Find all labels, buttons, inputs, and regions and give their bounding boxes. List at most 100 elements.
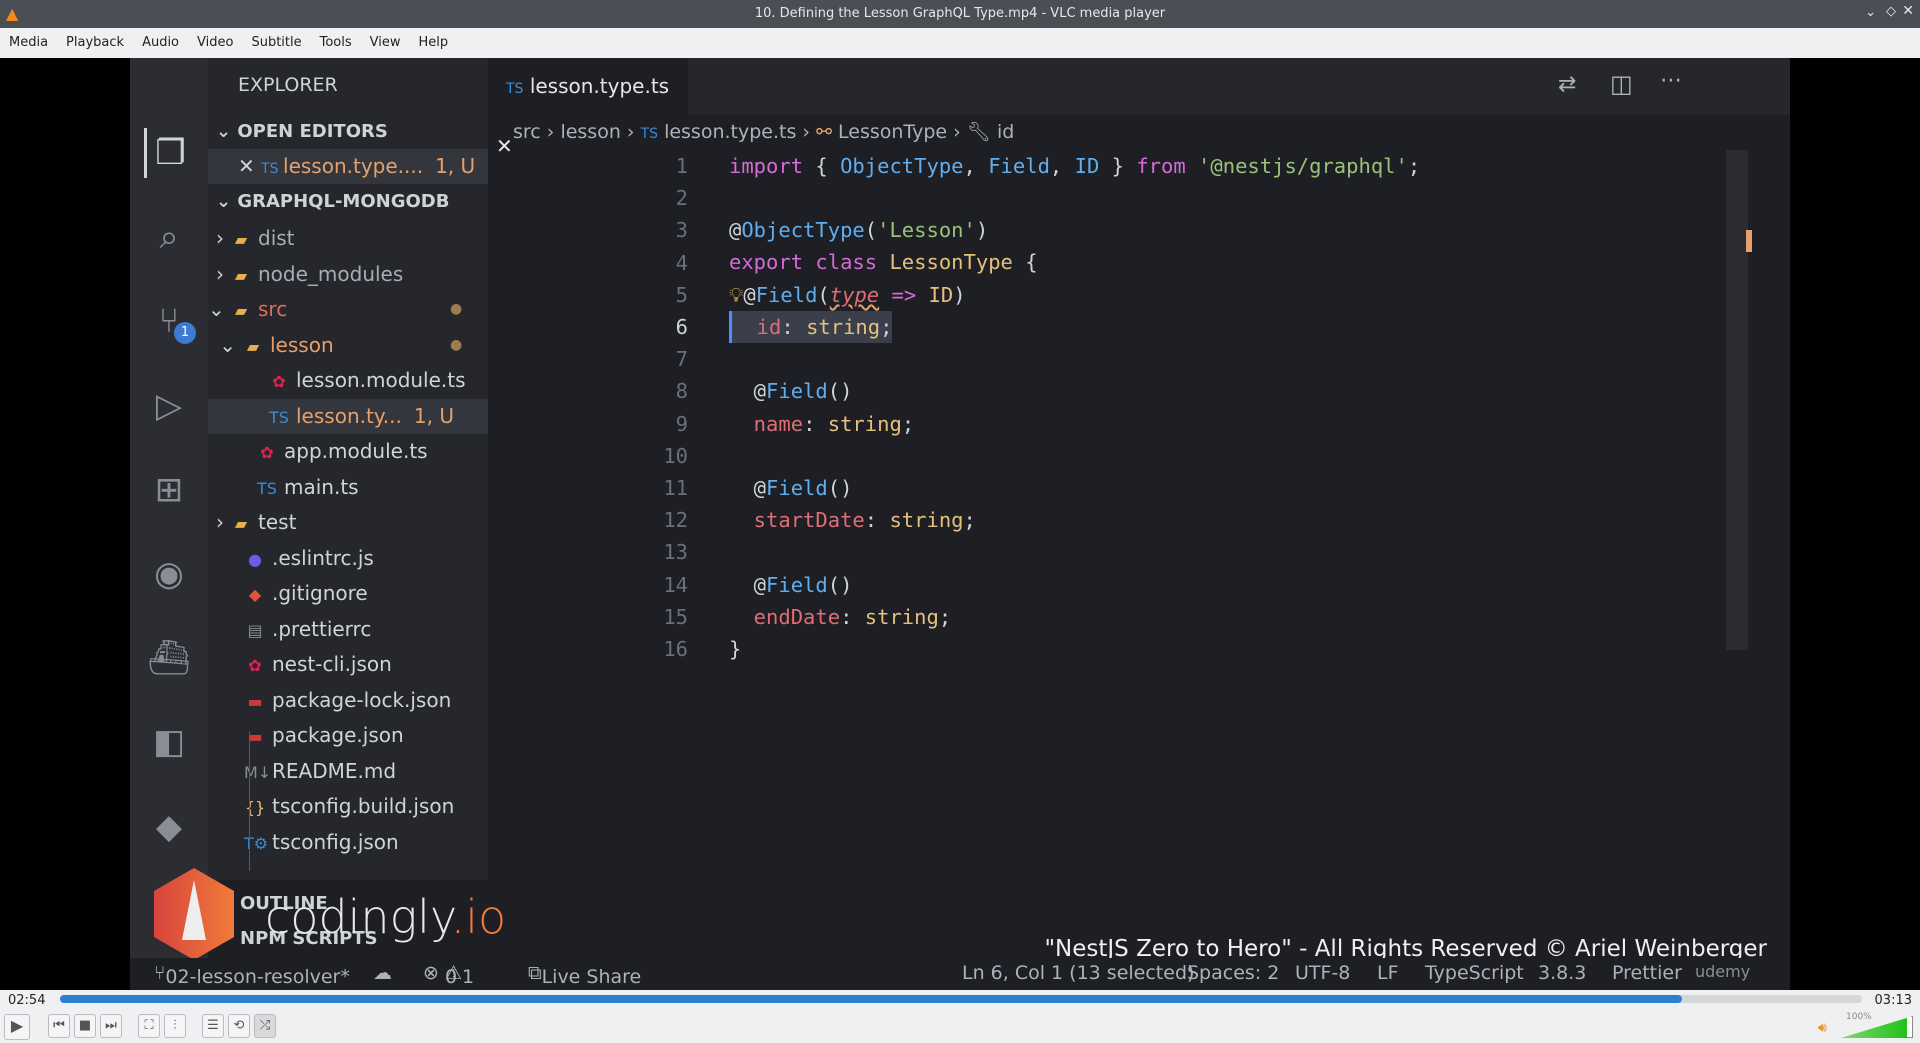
code-line-15: endDate: string; xyxy=(729,605,952,629)
split-editor-icon[interactable]: ◫ xyxy=(1610,70,1633,98)
line-ending[interactable]: LF xyxy=(1377,962,1399,984)
breadcrumb-class[interactable]: LessonType xyxy=(838,121,947,143)
editor-scrollbar[interactable] xyxy=(1726,150,1748,650)
source-control-icon: ⑂ 1 xyxy=(144,296,196,346)
menu-playback[interactable]: Playback xyxy=(57,28,133,50)
tree-item[interactable]: › ▰ test xyxy=(208,505,488,540)
menu-help[interactable]: Help xyxy=(410,28,458,50)
maximize-button[interactable]: ◇ xyxy=(1886,4,1896,19)
playlist-button[interactable]: ☰ xyxy=(202,1014,224,1038)
folder-icon: ▰ xyxy=(234,230,248,249)
tree-item[interactable]: ✿ lesson.module.ts xyxy=(208,363,488,398)
tree-item[interactable]: M↓README.md xyxy=(208,754,488,789)
explorer-title: EXPLORER xyxy=(238,74,338,96)
volume-icon[interactable]: 🔊︎ xyxy=(1818,1020,1827,1036)
shuffle-button[interactable]: ⤮ xyxy=(254,1014,276,1038)
more-actions-icon[interactable]: ⋯ xyxy=(1660,68,1682,93)
breadcrumb-file[interactable]: lesson.type.ts xyxy=(664,121,796,143)
next-button[interactable]: ⏭ xyxy=(100,1014,122,1038)
menu-video[interactable]: Video xyxy=(188,28,242,50)
tree-item-label: app.module.ts xyxy=(284,439,428,463)
tree-item[interactable]: TS main.ts xyxy=(208,470,488,505)
tree-item-label: .eslintrc.js xyxy=(272,545,374,570)
fullscreen-button[interactable]: ⛶ xyxy=(138,1014,160,1038)
tree-item-label: README.md xyxy=(272,758,397,783)
status-bar: ⑂ 02-lesson-resolver* ☁ ⊗ 0 ⚠ 1 ⧉ Live S… xyxy=(130,958,1790,990)
tree-item[interactable]: ▤ .prettierrc xyxy=(208,612,488,647)
minimize-button[interactable]: ⌄ xyxy=(1865,5,1876,20)
tree-item[interactable]: {} tsconfig.build.json xyxy=(208,789,488,824)
tree-item[interactable]: ▬ package-lock.json xyxy=(208,683,488,718)
breadcrumb-src[interactable]: src xyxy=(513,121,541,143)
udemy-watermark: udemy xyxy=(1695,962,1751,981)
elapsed-time: 02:54 xyxy=(8,993,46,1008)
previous-button[interactable]: ⏮ xyxy=(48,1014,70,1038)
tree-item-label: test xyxy=(258,510,297,534)
seek-bar[interactable] xyxy=(60,995,1862,1003)
code-line-3: @ObjectType('Lesson') xyxy=(729,218,989,242)
tree-item-label: tsconfig.build.json xyxy=(272,794,455,818)
project-header[interactable]: ⌄ GRAPHQL-MONGODB xyxy=(216,184,496,219)
nest-icon: ✿ xyxy=(248,656,262,675)
menu-tools[interactable]: Tools xyxy=(311,28,361,50)
tab-bar: TS lesson.type.ts ✕ ⇄ ◫ ⋯ xyxy=(488,58,1790,158)
tree-item-badge: 1, U xyxy=(413,403,454,428)
open-editors-header[interactable]: ⌄ OPEN EDITORS xyxy=(216,114,496,149)
code-line-8: @Field() xyxy=(729,379,853,403)
eslint-icon: ● xyxy=(248,549,262,569)
tree-item[interactable]: › ▰ node_modules xyxy=(208,257,488,292)
tree-item[interactable]: ⌄ ▰ src ● xyxy=(208,292,488,327)
language-mode[interactable]: TypeScript xyxy=(1425,962,1524,984)
npm-icon: ▬ xyxy=(247,727,263,746)
tree-item[interactable]: TS lesson.ty... 1, U xyxy=(208,398,488,434)
open-editor-item[interactable]: ✕ TS lesson.type.... 1, U xyxy=(208,149,488,184)
terraform-icon: ◆ xyxy=(155,807,183,847)
loop-button[interactable]: ⟲ xyxy=(228,1014,250,1038)
line-number: 10 xyxy=(663,443,688,468)
sync-icon[interactable]: ☁ xyxy=(373,962,392,984)
folder-icon: ▰ xyxy=(234,301,248,320)
video-frame[interactable]: ❐ ⌕ ⑂ 1 ▷ ⊞ ◉ ⛴ ◧ ◆ EXPLORER ⌄ OPEN EDITO… xyxy=(130,58,1790,990)
close-tab-icon[interactable]: ✕ xyxy=(496,134,513,158)
window-title: 10. Defining the Lesson GraphQL Type.mp4… xyxy=(754,6,1166,21)
tree-item[interactable]: › ▰ dist xyxy=(208,221,488,256)
extended-settings-button[interactable]: ⫶ xyxy=(164,1014,186,1038)
tree-item[interactable]: T⚙ tsconfig.json xyxy=(208,825,488,860)
tree-item[interactable]: ✿ app.module.ts xyxy=(208,434,488,469)
breadcrumb-lesson[interactable]: lesson xyxy=(560,121,620,143)
encoding[interactable]: UTF-8 xyxy=(1295,962,1350,984)
close-button[interactable]: ✕ xyxy=(1902,3,1914,19)
tree-item[interactable]: ✿ nest-cli.json xyxy=(208,647,488,682)
breadcrumb-property[interactable]: id xyxy=(997,121,1014,143)
menu-view[interactable]: View xyxy=(361,28,410,50)
git-icon: ◆ xyxy=(248,585,262,604)
tree-item[interactable]: ⌄ ▰ lesson ● xyxy=(208,328,488,363)
class-icon: ⚯ xyxy=(816,121,832,143)
npm-icon: ▬ xyxy=(247,691,263,711)
problems-status[interactable]: ⊗ 0 ⚠ 1 xyxy=(423,962,474,988)
play-button[interactable]: ▶ xyxy=(4,1014,30,1040)
tree-item[interactable]: ● .eslintrc.js xyxy=(208,541,488,576)
chevron-icon: › xyxy=(216,226,224,250)
code-line-11: @Field() xyxy=(729,476,853,500)
branch-status[interactable]: ⑂ 02-lesson-resolver* xyxy=(154,962,350,988)
cursor-position[interactable]: Ln 6, Col 1 (13 selected) xyxy=(962,962,1194,984)
tree-indent-guide xyxy=(249,731,250,871)
menu-subtitle[interactable]: Subtitle xyxy=(242,28,310,50)
stop-button[interactable]: ■ xyxy=(74,1014,96,1038)
open-changes-icon[interactable]: ⇄ xyxy=(1558,72,1576,97)
tab-lesson-type[interactable]: TS lesson.type.ts ✕ xyxy=(488,58,688,158)
tree-item[interactable]: ▬ package.json xyxy=(208,718,488,753)
live-share-button[interactable]: ⧉ Live Share xyxy=(528,962,641,988)
indentation[interactable]: Spaces: 2 xyxy=(1187,962,1279,984)
ts-version[interactable]: 3.8.3 xyxy=(1538,962,1586,984)
menu-audio[interactable]: Audio xyxy=(133,28,188,50)
menu-media[interactable]: Media xyxy=(0,28,57,50)
tree-item-label: package.json xyxy=(272,723,404,747)
tree-item[interactable]: ◆ .gitignore xyxy=(208,576,488,611)
tree-item-label: src xyxy=(258,297,288,321)
line-number: 2 xyxy=(675,186,688,211)
prettier-status[interactable]: Prettier xyxy=(1612,962,1682,984)
tree-item-label: node_modules xyxy=(258,261,404,286)
docker-icon: ⛴ xyxy=(147,638,191,678)
